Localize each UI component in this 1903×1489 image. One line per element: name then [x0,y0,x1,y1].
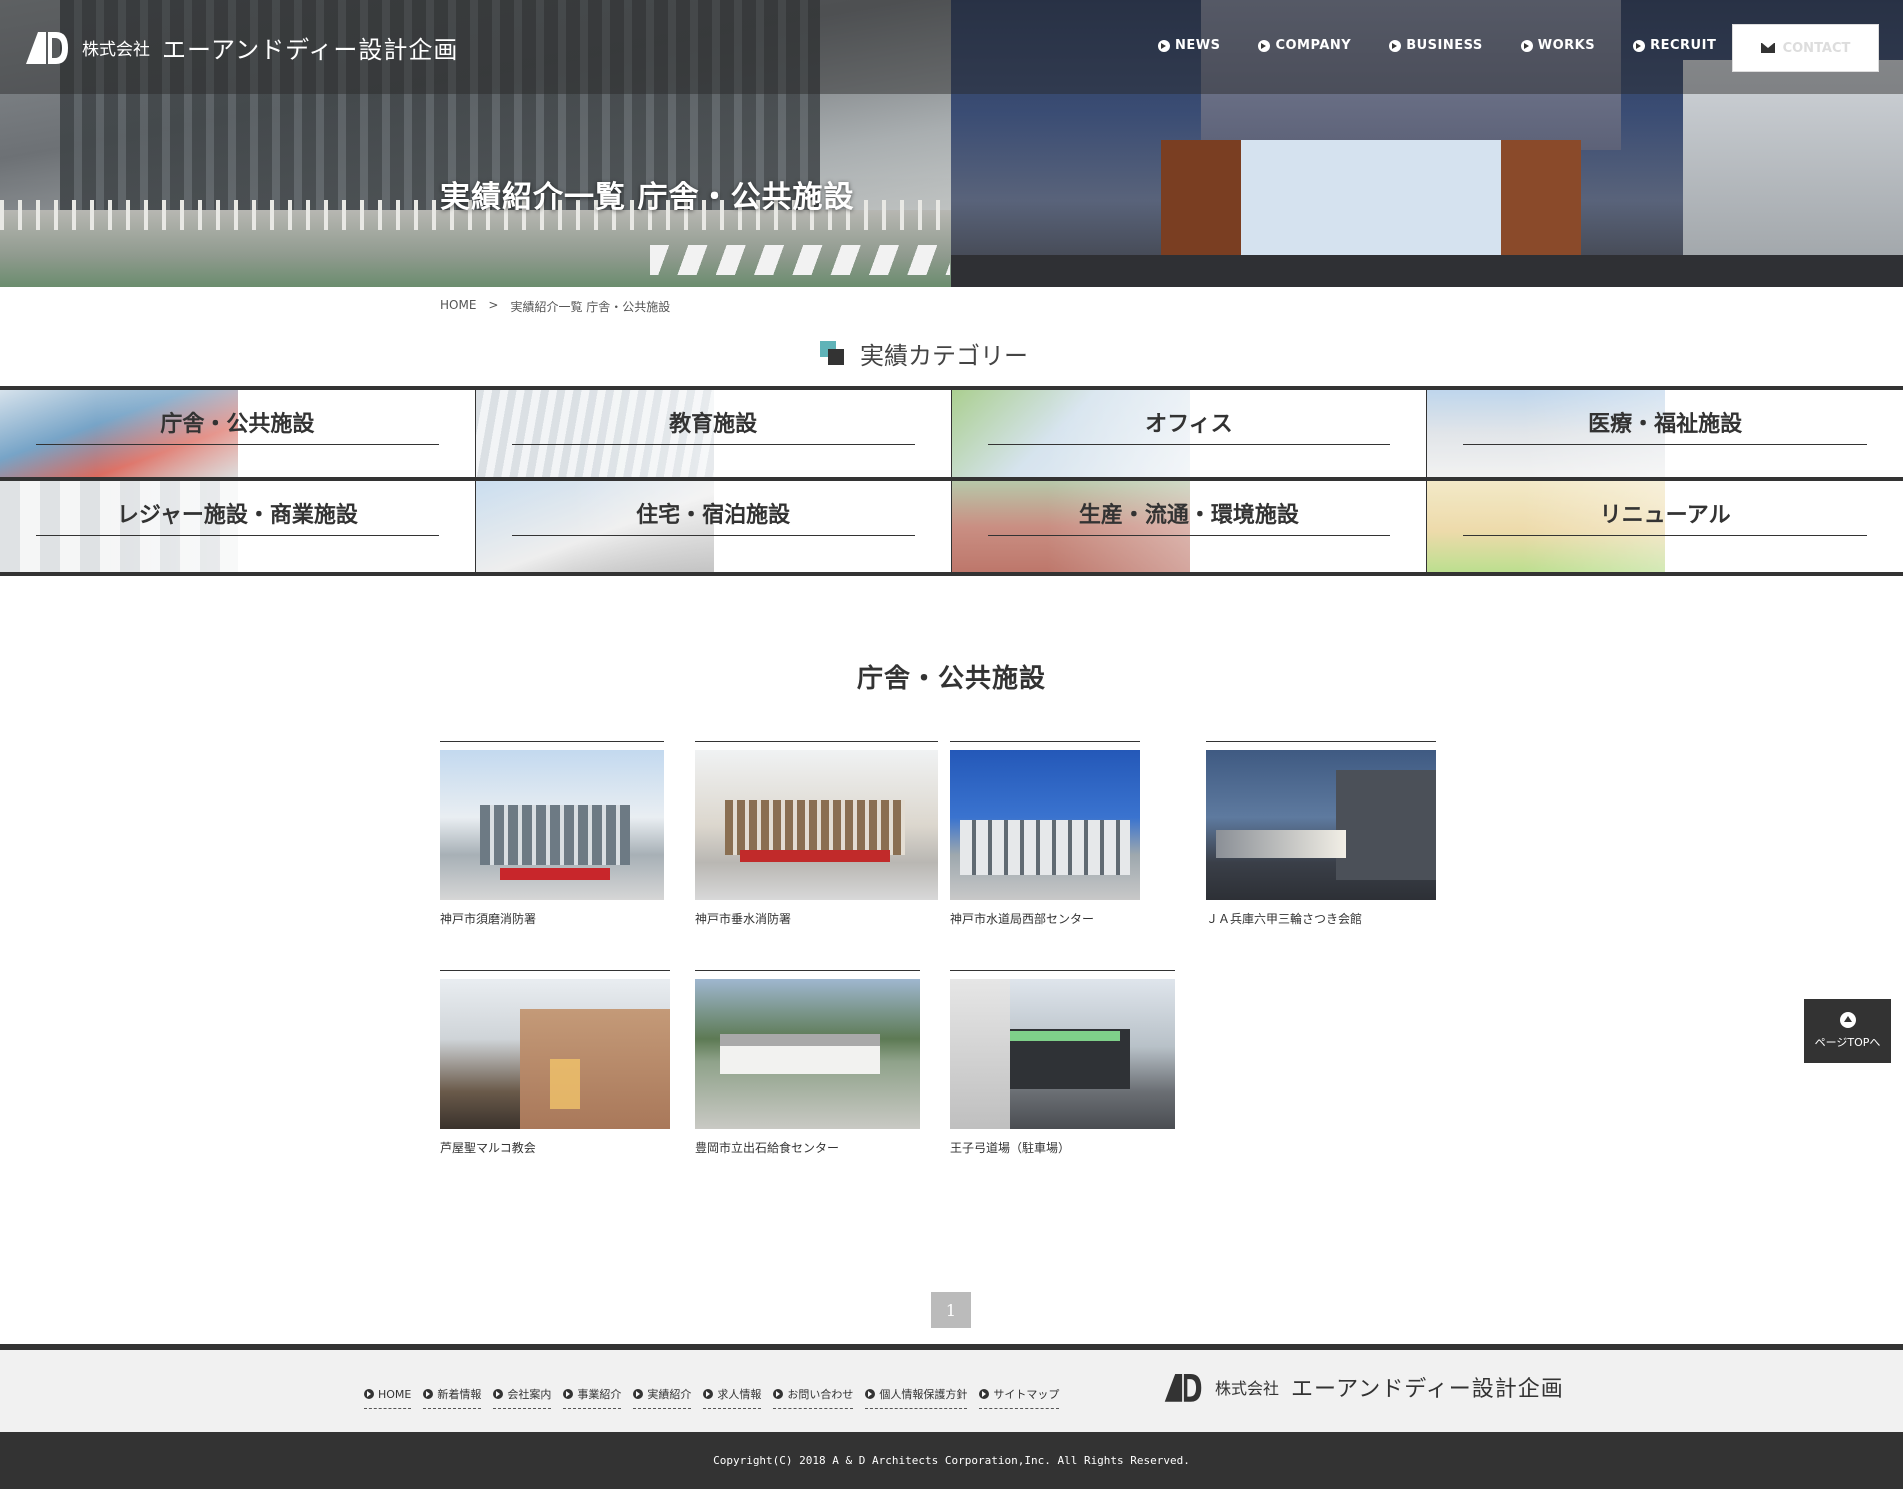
footer-nav-works[interactable]: 実績紹介 [633,1386,692,1409]
ad-logo-icon [1164,1373,1202,1402]
arrow-circle-icon [1520,39,1533,52]
arrow-circle-icon [773,1389,784,1399]
work-card-oji-archery-hall-parking[interactable]: 王子弓道場（駐車場） [950,970,1175,1156]
arrow-circle-icon [865,1389,876,1399]
arrow-circle-icon [563,1389,574,1399]
arrow-circle-icon [633,1389,644,1399]
footer-logo[interactable]: 株式会社 エーアンドディー設計企画 [1163,1370,1564,1404]
category-office[interactable]: オフィス [951,390,1428,481]
footer-nav-recruit[interactable]: 求人情報 [703,1386,762,1409]
page-title: 実績紹介一覧 庁舎・公共施設 [440,180,855,215]
category-heading-text: 実績カテゴリー [860,342,1028,370]
site-logo[interactable]: 株式会社 エーアンドディー設計企画 [24,28,458,66]
work-card-ashiya-st-mark-church[interactable]: 芦屋聖マルコ教会 [440,970,670,1156]
footer-nav-business[interactable]: 事業紹介 [563,1386,622,1409]
category-housing-lodging[interactable]: 住宅・宿泊施設 [475,481,952,572]
category-renewal[interactable]: リニューアル [1427,481,1903,572]
section-title: 庁舎・公共施設 [856,664,1046,694]
pagination-page-1[interactable]: 1 [931,1292,971,1328]
copyright: Copyright(C) 2018 A & D Architects Corpo… [0,1432,1903,1489]
category-education[interactable]: 教育施設 [475,390,952,481]
logo-company-prefix: 株式会社 [82,39,150,60]
footer-nav-privacy[interactable]: 個人情報保護方針 [865,1386,968,1409]
work-image [440,979,670,1129]
arrow-up-circle-icon [1839,1012,1856,1028]
work-card-izushi-school-lunch-center[interactable]: 豊岡市立出石給食センター [695,970,920,1156]
arrow-circle-icon [1158,39,1170,52]
breadcrumb-separator: > [488,298,499,312]
page-top-button[interactable]: ページTOPへ [1804,999,1891,1063]
nav-business[interactable]: BUSINESS [1389,38,1483,53]
footer-nav-contact[interactable]: お問い合わせ [773,1386,854,1409]
work-card-suma-fire-station[interactable]: 神戸市須磨消防署 [440,741,664,927]
arrow-circle-icon [493,1389,504,1399]
category-heading: 実績カテゴリー [820,336,1028,371]
nav-news[interactable]: NEWS [1158,38,1220,53]
footer-logo-name: エーアンドディー設計企画 [1291,1377,1564,1402]
work-card-tarumi-fire-station[interactable]: 神戸市垂水消防署 [695,741,938,927]
nav-works[interactable]: WORKS [1520,38,1595,53]
arrow-circle-icon [703,1389,714,1399]
footer-nav-sitemap[interactable]: サイトマップ [979,1386,1060,1409]
arrow-circle-icon [1389,39,1402,52]
mail-icon [1760,43,1775,53]
nav-company[interactable]: COMPANY [1258,38,1351,53]
square-stack-icon [820,340,846,367]
work-card-ja-hyogo-rokko-miwa-satsuki-hall[interactable]: ＪＡ兵庫六甲三輪さつき会館 [1206,741,1436,927]
arrow-circle-icon [979,1389,990,1399]
logo-company-name: エーアンドディー設計企画 [162,35,459,64]
work-card-kobe-waterworks-west-center[interactable]: 神戸市水道局西部センター [950,741,1140,927]
breadcrumb-home[interactable]: HOME [440,298,476,315]
work-image [950,979,1175,1129]
work-image [695,979,920,1129]
footer-nav-company[interactable]: 会社案内 [493,1386,552,1409]
category-grid: 庁舎・公共施設 教育施設 オフィス 医療・福祉施設 レジャー施設・商業施設 住宅… [0,386,1903,576]
work-image [1206,750,1436,900]
work-image [695,750,938,900]
category-production-logistics[interactable]: 生産・流通・環境施設 [951,481,1428,572]
category-medical-welfare[interactable]: 医療・福祉施設 [1427,390,1903,481]
breadcrumb: HOME > 実績紹介一覧 庁舎・公共施設 [440,298,670,315]
footer-nav-home[interactable]: HOME [364,1386,412,1409]
hero-banner: 株式会社 エーアンドディー設計企画 NEWS COMPANY BUSINESS … [0,0,1903,287]
arrow-circle-icon [364,1389,374,1399]
category-leisure-commercial[interactable]: レジャー施設・商業施設 [0,481,476,572]
arrow-circle-icon [423,1389,434,1399]
arrow-circle-icon [1633,39,1646,52]
category-public-facilities[interactable]: 庁舎・公共施設 [0,390,476,481]
ad-logo-icon [26,32,68,64]
contact-button[interactable]: CONTACT [1732,24,1879,72]
arrow-circle-icon [1258,39,1271,52]
main-nav: NEWS COMPANY BUSINESS WORKS RECRUIT [1158,38,1716,53]
footer-logo-prefix: 株式会社 [1215,1379,1280,1398]
footer-nav-news[interactable]: 新着情報 [423,1386,482,1409]
nav-recruit[interactable]: RECRUIT [1633,38,1716,53]
work-image [440,750,664,900]
footer-nav: HOME 新着情報 会社案内 事業紹介 実績紹介 求人情報 お問い合わせ 個人情… [364,1386,1060,1409]
breadcrumb-current: 実績紹介一覧 庁舎・公共施設 [510,300,671,314]
work-image [950,750,1140,900]
